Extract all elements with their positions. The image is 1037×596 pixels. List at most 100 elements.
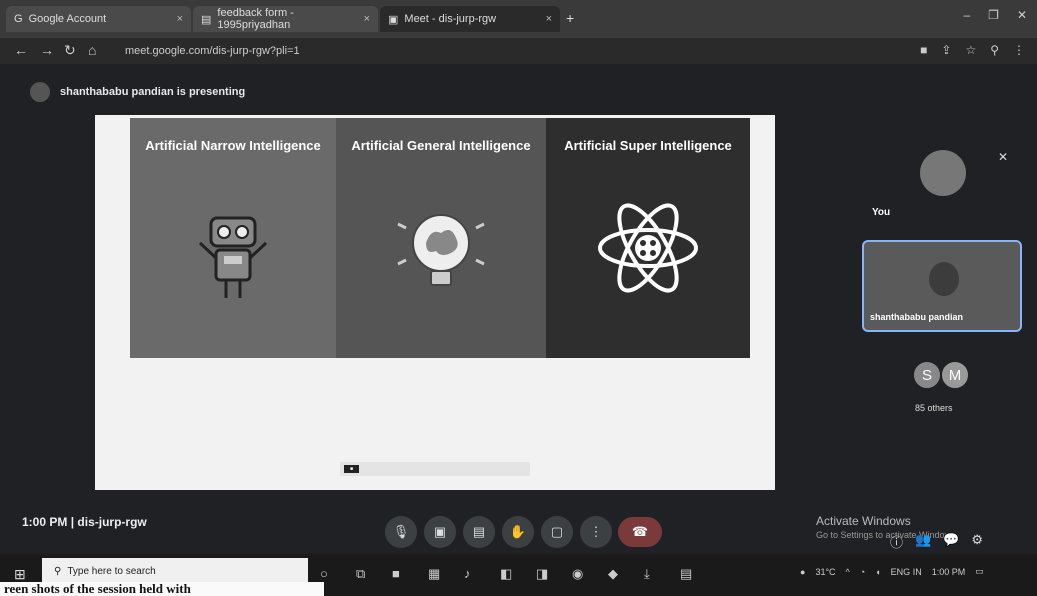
app-icon[interactable]: ◆	[608, 566, 618, 582]
info-icon[interactable]: ⓘ	[890, 532, 903, 551]
language[interactable]: ENG IN	[891, 567, 922, 577]
more-options-button[interactable]: ⋮	[580, 516, 612, 548]
system-tray: ● 31°C ^ ◔ ◖ ENG IN 1:00 PM ▭	[800, 566, 984, 577]
others-count: 85 others	[915, 403, 953, 413]
captions-button[interactable]: ▤	[463, 516, 495, 548]
meeting-info: 1:00 PM | dis-jurp-rgw	[22, 515, 147, 529]
panel-title: Artificial Narrow Intelligence	[145, 138, 321, 153]
taskbar-search[interactable]: ⚲ Type here to search	[42, 558, 308, 584]
robot-icon	[198, 216, 268, 298]
close-window-icon[interactable]: ✕	[1017, 8, 1027, 22]
task-view-icon[interactable]: ⧉	[356, 566, 365, 582]
presenting-text: shanthababu pandian is presenting	[60, 86, 246, 98]
language-code: ENG	[890, 566, 911, 577]
camera-icon: ▣	[433, 524, 447, 539]
slide-panel-super: Artificial Super Intelligence	[546, 118, 750, 358]
phone-icon: ☎	[631, 524, 649, 539]
end-call-button[interactable]: ☎	[618, 517, 662, 547]
tab-feedback-form[interactable]: ▤ feedback form - 1995priyadhan ×	[193, 6, 378, 32]
close-icon[interactable]: ×	[546, 13, 552, 25]
network-icon[interactable]: ◔	[860, 567, 865, 577]
avatar	[920, 150, 966, 196]
url-field[interactable]: meet.google.com/dis-jurp-rgw?pli=1	[125, 45, 300, 57]
chat-icon[interactable]: 💬	[943, 532, 959, 551]
more-icon: ⋮	[589, 524, 603, 539]
windows-start-icon[interactable]: ⊞	[14, 566, 26, 583]
atom-icon	[598, 203, 698, 293]
download-icon[interactable]: ⤓	[644, 566, 650, 582]
weather-icon: ●	[800, 566, 806, 577]
participant-chip[interactable]: M	[940, 360, 970, 390]
tab-meet[interactable]: ▣ Meet - dis-jurp-rgw ×	[380, 6, 560, 32]
address-bar: ← → ↻ ⌂ meet.google.com/dis-jurp-rgw?pli…	[0, 38, 1037, 64]
doc-icon: ▤	[201, 13, 212, 26]
app-icon[interactable]: ♪	[464, 566, 471, 581]
star-icon[interactable]: ☆	[965, 43, 976, 57]
window-controls: – ❐ ✕	[963, 8, 1027, 22]
forward-icon[interactable]: →	[40, 42, 54, 58]
volume-icon[interactable]: ◖	[875, 567, 880, 577]
presenter-name: shanthababu pandian	[870, 312, 964, 322]
extension-icons: ■ ⇪ ☆ ⚲ ⋮	[920, 43, 1025, 57]
browser-tab-bar: G Google Account × ▤ feedback form - 199…	[0, 0, 1037, 38]
app-icon[interactable]: ■	[392, 566, 400, 581]
screen-share-notice: ■	[340, 462, 530, 476]
mic-off-icon: ✕	[998, 150, 1009, 164]
meeting-code: dis-jurp-rgw	[77, 515, 147, 529]
raise-hand-button[interactable]: ✋	[502, 516, 534, 548]
minimize-icon[interactable]: –	[963, 8, 970, 22]
camera-toggle-button[interactable]: ▣	[424, 516, 456, 548]
close-icon[interactable]: ×	[177, 13, 183, 25]
people-icon[interactable]: 👥	[915, 532, 931, 551]
google-icon: G	[14, 13, 23, 25]
panel-title: Artificial General Intelligence	[351, 138, 531, 153]
app-icon[interactable]: ▦	[428, 566, 440, 582]
tab-label: Google Account	[28, 13, 107, 25]
mic-icon: 🎙	[392, 524, 410, 539]
search-placeholder: Type here to search	[67, 565, 156, 577]
reload-icon[interactable]: ↻	[64, 42, 76, 59]
lightbulb-brain-icon	[397, 214, 485, 286]
back-icon[interactable]: ←	[14, 42, 28, 58]
participant-chip[interactable]: S	[912, 360, 942, 390]
meet-side-controls: ⓘ 👥 💬 ⚙	[890, 532, 983, 551]
share-notice-dark[interactable]: ■	[344, 465, 360, 473]
panel-title: Artificial Super Intelligence	[564, 138, 732, 153]
share-icon[interactable]: ⇪	[941, 43, 951, 57]
slide-panel-narrow: Artificial Narrow Intelligence	[130, 118, 336, 358]
close-icon[interactable]: ×	[364, 13, 370, 25]
chrome-icon[interactable]: ◉	[572, 566, 583, 582]
tab-label: Meet - dis-jurp-rgw	[404, 13, 497, 25]
clock[interactable]: 1:00 PM	[932, 567, 966, 577]
home-icon[interactable]: ⌂	[88, 42, 96, 58]
presenter-tile[interactable]: shanthababu pandian	[862, 240, 1022, 332]
tab-label: feedback form - 1995priyadhan	[217, 7, 294, 31]
photo-caption: reen shots of the session held with	[0, 582, 324, 596]
maximize-icon[interactable]: ❐	[988, 8, 999, 22]
chevron-up-icon[interactable]: ^	[846, 567, 850, 577]
present-button[interactable]: ▢	[541, 516, 573, 548]
extension-icon[interactable]: ⚲	[990, 43, 999, 57]
mic-toggle-button[interactable]: 🎙	[385, 516, 417, 548]
new-tab-icon[interactable]: +	[566, 10, 574, 26]
activities-icon[interactable]: ⚙	[971, 532, 983, 551]
captions-icon: ▤	[472, 524, 486, 539]
search-icon: ⚲	[54, 565, 62, 577]
app-icon[interactable]: ◨	[536, 566, 548, 582]
app-icon[interactable]: ◧	[500, 566, 512, 582]
slide-panel-general: Artificial General Intelligence	[336, 118, 546, 358]
cortana-icon[interactable]: ○	[320, 566, 328, 581]
tab-google-account[interactable]: G Google Account ×	[6, 6, 191, 32]
presenter-avatar-icon	[30, 82, 50, 102]
menu-icon[interactable]: ⋮	[1013, 43, 1025, 57]
hand-icon: ✋	[509, 524, 527, 539]
presenting-banner: shanthababu pandian is presenting	[30, 82, 245, 102]
notifications-icon[interactable]: ▭	[975, 566, 984, 577]
activate-windows-title: Activate Windows	[816, 514, 911, 528]
meet-icon: ▣	[388, 13, 399, 26]
you-label: You	[872, 207, 891, 218]
camera-icon[interactable]: ■	[920, 43, 927, 57]
app-icon[interactable]: ▤	[680, 566, 692, 582]
presenter-video	[929, 262, 959, 296]
region-code: IN	[912, 566, 922, 577]
